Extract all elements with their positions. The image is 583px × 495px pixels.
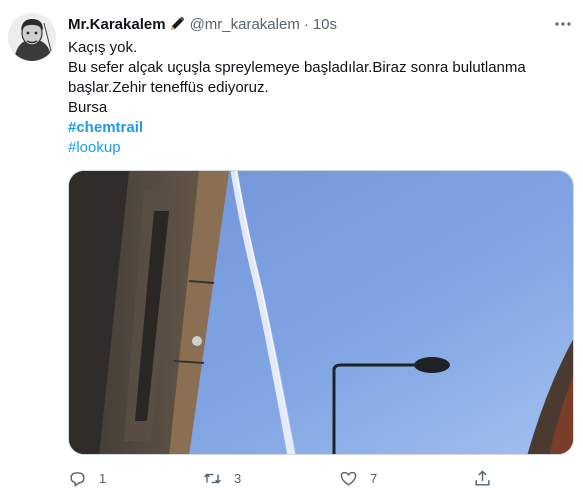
heart-icon	[340, 471, 357, 486]
pen-icon	[168, 15, 186, 33]
hashtag-link[interactable]: #chemtrail	[68, 118, 538, 138]
retweet-button[interactable]: 3	[203, 467, 241, 489]
retweet-count: 3	[234, 470, 242, 486]
text-line: Kaçış yok.	[68, 39, 138, 56]
tweet-card[interactable]: Mr.Karakalem @mr_karakalem · 10s Kaçış y…	[0, 0, 583, 495]
text-line: başlar.Zehir teneffüs ediyoruz.	[68, 79, 269, 96]
tweet-header: Mr.Karakalem @mr_karakalem · 10s	[68, 14, 337, 34]
retweet-icon	[204, 473, 221, 483]
user-handle[interactable]: @mr_karakalem	[190, 16, 300, 33]
reply-icon	[70, 471, 85, 486]
reply-count: 1	[99, 470, 107, 486]
tweet-text: Kaçış yok. Bu sefer alçak uçuşla spreyle…	[68, 38, 538, 158]
share-icon	[475, 469, 490, 486]
hashtag-link[interactable]: #lookup	[68, 138, 538, 158]
more-options-icon[interactable]	[553, 14, 573, 34]
text-line: Bursa	[68, 99, 108, 116]
photo-sky-contrail	[69, 171, 573, 454]
tweet-actions: 1 3 7	[68, 467, 508, 489]
like-button[interactable]: 7	[339, 467, 377, 489]
tweet-photo[interactable]	[68, 170, 574, 455]
separator-dot: ·	[303, 15, 309, 33]
reply-button[interactable]: 1	[68, 467, 106, 489]
like-count: 7	[370, 470, 378, 486]
display-name[interactable]: Mr.Karakalem	[68, 16, 166, 33]
timestamp[interactable]: 10s	[313, 16, 337, 33]
avatar[interactable]	[8, 13, 56, 61]
share-button[interactable]	[473, 467, 504, 489]
text-line: Bu sefer alçak uçuşla spreylemeye başlad…	[68, 59, 526, 76]
